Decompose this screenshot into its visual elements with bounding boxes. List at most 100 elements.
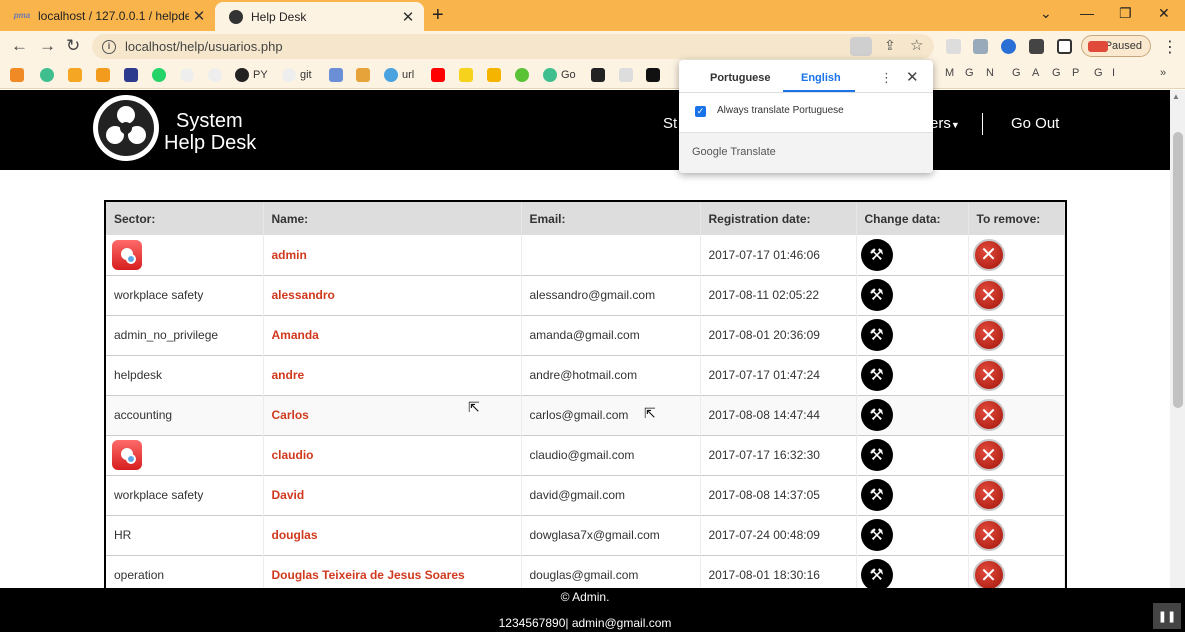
- nav-item-users-dropdown[interactable]: ers▼: [930, 115, 960, 132]
- extension-at-icon[interactable]: [1001, 39, 1016, 54]
- admin-user-icon: [112, 239, 142, 270]
- bookmark-star-icon[interactable]: ☆: [910, 36, 923, 54]
- delete-x-icon[interactable]: ✕: [972, 279, 1005, 311]
- cell-name[interactable]: David: [263, 475, 522, 515]
- edit-tools-icon[interactable]: ⚒: [860, 439, 893, 471]
- minimize-icon[interactable]: —: [1080, 5, 1094, 21]
- bookmark-letter[interactable]: M: [945, 67, 954, 79]
- google-icon[interactable]: [180, 68, 194, 82]
- delete-x-icon[interactable]: ✕: [972, 479, 1005, 511]
- forward-icon[interactable]: →: [39, 36, 56, 56]
- bookmark-url[interactable]: url: [384, 66, 414, 84]
- edit-tools-icon[interactable]: ⚒: [860, 399, 893, 431]
- delete-x-icon[interactable]: ✕: [972, 559, 1005, 588]
- bookmark-icon[interactable]: [96, 68, 110, 82]
- bookmark-icon[interactable]: [646, 68, 660, 82]
- cell-name[interactable]: Carlos: [263, 395, 522, 435]
- url-text[interactable]: localhost/help/usuarios.php: [125, 39, 283, 54]
- tab-phpmyadmin[interactable]: pma localhost / 127.0.0.1 / helpdesk2 ✕: [0, 0, 215, 31]
- bookmark-icon[interactable]: [619, 68, 633, 82]
- bookmark-icon[interactable]: [10, 68, 24, 82]
- bookmark-icon[interactable]: [124, 68, 138, 82]
- reload-icon[interactable]: ↻: [66, 36, 80, 56]
- extension-image-icon[interactable]: [973, 39, 988, 54]
- google-icon[interactable]: [208, 68, 222, 82]
- edit-tools-icon[interactable]: ⚒: [860, 359, 893, 391]
- translate-options-icon[interactable]: ⋮: [880, 70, 893, 86]
- bookmark-go[interactable]: Go: [543, 66, 576, 84]
- bookmark-icon[interactable]: [68, 68, 82, 82]
- pause-icon[interactable]: ❚❚: [1153, 603, 1181, 629]
- delete-x-icon[interactable]: ✕: [972, 238, 1005, 271]
- logout-link[interactable]: Go Out: [1011, 115, 1059, 132]
- cell-name[interactable]: douglas: [263, 515, 522, 555]
- close-tab-icon[interactable]: ✕: [189, 7, 209, 25]
- more-bookmarks-icon[interactable]: »: [1160, 67, 1166, 79]
- bookmark-icon[interactable]: [329, 68, 343, 82]
- site-brand[interactable]: System Help Desk: [164, 110, 256, 154]
- share-icon[interactable]: ⇪: [884, 37, 896, 54]
- cell-name[interactable]: andre: [263, 355, 522, 395]
- edit-tools-icon[interactable]: ⚒: [860, 279, 893, 311]
- always-translate-label[interactable]: Always translate Portuguese: [717, 105, 844, 116]
- delete-x-icon[interactable]: ✕: [972, 399, 1005, 431]
- cell-name[interactable]: admin: [263, 235, 522, 275]
- bookmark-icon[interactable]: [487, 68, 501, 82]
- scroll-up-icon[interactable]: ▲: [1172, 92, 1180, 101]
- translate-tab-target[interactable]: English: [801, 72, 841, 84]
- bookmark-icon[interactable]: [459, 68, 473, 82]
- cell-name[interactable]: Amanda: [263, 315, 522, 355]
- close-window-icon[interactable]: ✕: [1158, 5, 1170, 22]
- bookmark-py[interactable]: PY: [235, 66, 268, 84]
- translate-tab-source[interactable]: Portuguese: [710, 72, 771, 84]
- edit-tools-icon[interactable]: ⚒: [860, 479, 893, 511]
- site-logo[interactable]: [93, 95, 159, 161]
- delete-x-icon[interactable]: ✕: [972, 519, 1005, 551]
- browser-menu-icon[interactable]: ⋮: [1162, 37, 1178, 57]
- bookmark-letter[interactable]: G: [1094, 67, 1103, 79]
- close-tab-icon[interactable]: ✕: [398, 8, 418, 26]
- whatsapp-icon[interactable]: [152, 68, 166, 82]
- bookmark-letter[interactable]: A: [1032, 67, 1039, 79]
- profile-paused-button[interactable]: Paused: [1081, 35, 1151, 57]
- cell-name[interactable]: claudio: [263, 435, 522, 475]
- bookmark-letter[interactable]: G: [965, 67, 974, 79]
- restore-icon[interactable]: ❐: [1119, 5, 1132, 22]
- bookmark-letter[interactable]: G: [1052, 67, 1061, 79]
- brand-line-1: System: [176, 110, 243, 132]
- bookmark-letter[interactable]: G: [1012, 67, 1021, 79]
- edit-tools-icon[interactable]: ⚒: [860, 559, 893, 588]
- bookmark-letter[interactable]: P: [1072, 67, 1079, 79]
- profile-avatar-icon: [1088, 41, 1108, 52]
- edit-tools-icon[interactable]: ⚒: [860, 319, 893, 351]
- bookmark-icon[interactable]: [591, 68, 605, 82]
- side-panel-icon[interactable]: [1057, 39, 1072, 54]
- bookmark-icon[interactable]: [515, 68, 529, 82]
- extension-panda-icon[interactable]: [946, 39, 961, 54]
- edit-tools-icon[interactable]: ⚒: [860, 519, 893, 551]
- delete-x-icon[interactable]: ✕: [972, 439, 1005, 471]
- delete-x-icon[interactable]: ✕: [972, 359, 1005, 391]
- extensions-puzzle-icon[interactable]: [1029, 39, 1044, 54]
- close-icon[interactable]: ✕: [906, 68, 919, 86]
- address-bar[interactable]: i localhost/help/usuarios.php ⇪ ☆: [92, 34, 934, 59]
- cell-name[interactable]: alessandro: [263, 275, 522, 315]
- bookmark-icon[interactable]: [40, 68, 54, 82]
- always-translate-checkbox[interactable]: ✓: [695, 106, 706, 117]
- bookmark-icon[interactable]: [356, 68, 370, 82]
- bookmark-git[interactable]: git: [282, 66, 312, 84]
- bookmark-letter[interactable]: I: [1112, 67, 1115, 79]
- site-info-icon[interactable]: i: [102, 39, 116, 54]
- edit-tools-icon[interactable]: ⚒: [860, 238, 893, 271]
- bookmark-letter[interactable]: N: [986, 67, 994, 79]
- delete-x-icon[interactable]: ✕: [972, 319, 1005, 351]
- cell-name[interactable]: Douglas Teixeira de Jesus Soares: [263, 555, 522, 588]
- translate-icon[interactable]: [850, 37, 872, 56]
- tab-search-icon[interactable]: ⌄: [1040, 5, 1052, 22]
- back-icon[interactable]: ←: [11, 36, 28, 56]
- new-tab-icon[interactable]: +: [432, 4, 444, 27]
- scrollbar-thumb[interactable]: [1173, 132, 1183, 408]
- nav-item-partial[interactable]: St: [663, 115, 677, 132]
- tab-help-desk[interactable]: Help Desk ✕: [215, 2, 424, 31]
- youtube-icon[interactable]: [431, 68, 445, 82]
